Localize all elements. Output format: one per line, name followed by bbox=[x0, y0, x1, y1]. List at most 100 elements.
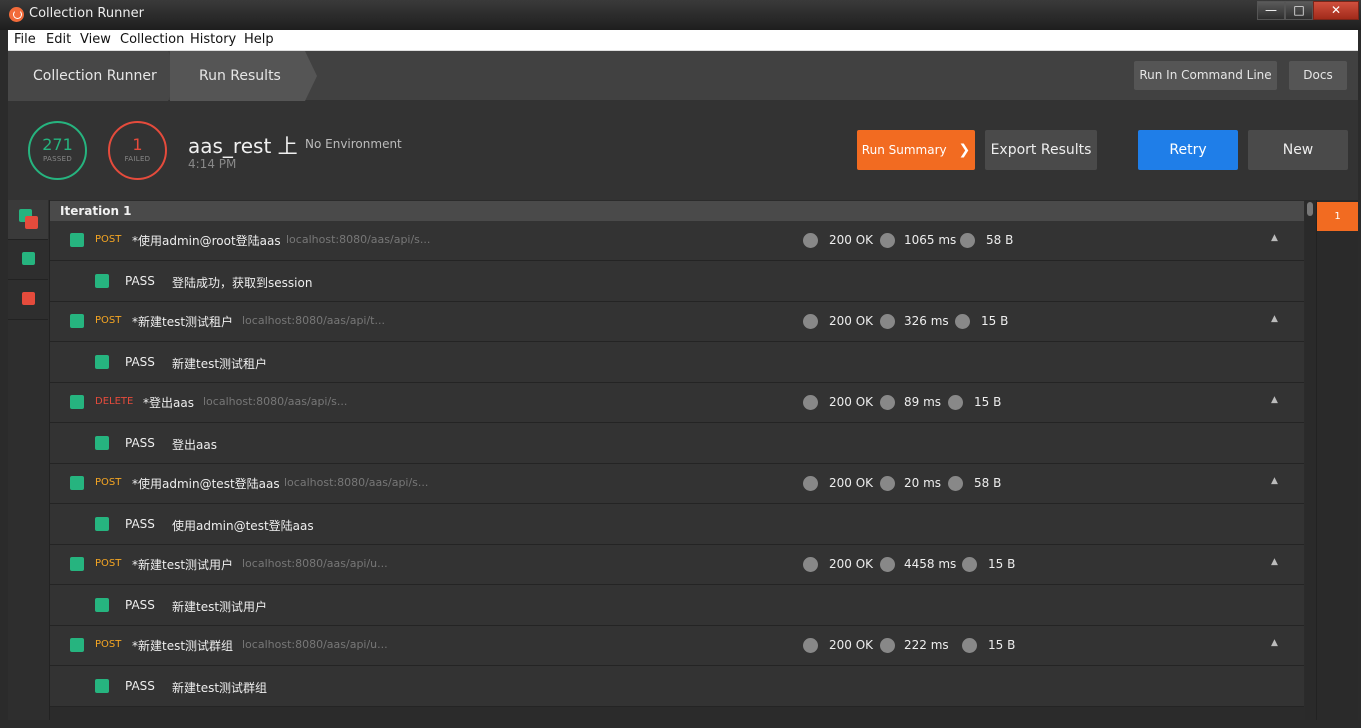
response-status: 200 OK bbox=[829, 233, 874, 247]
close-icon[interactable]: ✕ bbox=[1313, 1, 1359, 20]
size-dot-icon bbox=[962, 557, 977, 572]
new-button[interactable]: New bbox=[1248, 130, 1348, 170]
size-dot-icon bbox=[955, 314, 970, 329]
breadcrumb-collection-runner[interactable]: Collection Runner bbox=[8, 51, 180, 101]
result-filter-sidebar bbox=[8, 200, 50, 720]
size-dot-icon bbox=[948, 395, 963, 410]
run-in-command-line-button[interactable]: Run In Command Line bbox=[1134, 61, 1277, 90]
menu-edit[interactable]: Edit bbox=[46, 32, 71, 47]
breadcrumb-run-results[interactable]: Run Results bbox=[170, 51, 317, 101]
maximize-icon[interactable]: □ bbox=[1285, 1, 1313, 20]
pass-square-icon bbox=[95, 274, 109, 288]
fail-square-icon bbox=[25, 216, 38, 229]
response-time: 326 ms bbox=[904, 314, 949, 328]
response-time: 20 ms bbox=[904, 476, 942, 490]
menu-view[interactable]: View bbox=[80, 32, 111, 47]
response-status: 200 OK bbox=[829, 314, 874, 328]
failed-count: 1 bbox=[132, 135, 143, 154]
response-status: 200 OK bbox=[829, 557, 874, 571]
menu-file[interactable]: File bbox=[14, 32, 36, 47]
pass-square-icon bbox=[95, 355, 109, 369]
time-dot-icon bbox=[880, 638, 895, 653]
passed-count: 271 bbox=[42, 135, 73, 154]
postman-logo-icon bbox=[9, 7, 24, 22]
filter-all-button[interactable] bbox=[8, 200, 48, 240]
size-dot-icon bbox=[960, 233, 975, 248]
status-dot-icon bbox=[803, 638, 818, 653]
request-url: localhost:8080/aas/api/s... bbox=[286, 233, 431, 246]
request-name: *使用admin@root登陆aas bbox=[132, 234, 281, 248]
iteration-header: Iteration 1 bbox=[50, 201, 1304, 221]
collapse-caret-icon[interactable]: ▲ bbox=[1271, 476, 1278, 486]
pass-square-icon bbox=[95, 598, 109, 612]
export-results-button[interactable]: Export Results bbox=[985, 130, 1097, 170]
menu-history[interactable]: History bbox=[190, 32, 236, 47]
request-name: *新建test测试租户 bbox=[132, 315, 234, 329]
response-time: 222 ms bbox=[904, 638, 949, 652]
request-row[interactable]: POST *新建test测试群组 localhost:8080/aas/api/u.… bbox=[50, 626, 1304, 666]
window-titlebar: Collection Runner — □ ✕ bbox=[0, 0, 1361, 30]
request-url: localhost:8080/aas/api/u... bbox=[242, 638, 388, 651]
collapse-caret-icon[interactable]: ▲ bbox=[1271, 314, 1278, 324]
iteration-tab[interactable]: 1 bbox=[1317, 202, 1358, 231]
run-summary-button[interactable]: Run Summary ❯ bbox=[857, 130, 975, 170]
menu-help[interactable]: Help bbox=[244, 32, 274, 47]
status-dot-icon bbox=[803, 476, 818, 491]
passed-counter: 271 PASSED bbox=[28, 121, 87, 180]
run-summary-panel: 271 PASSED 1 FAILED aas_rest 上 No Enviro… bbox=[8, 101, 1358, 200]
docs-button[interactable]: Docs bbox=[1289, 61, 1347, 90]
response-size: 58 B bbox=[974, 476, 1002, 490]
request-method: POST bbox=[95, 558, 122, 569]
request-url: localhost:8080/aas/api/t... bbox=[242, 314, 385, 327]
request-row[interactable]: POST *新建test测试用户 localhost:8080/aas/api/u.… bbox=[50, 545, 1304, 585]
test-result-row: PASS 登陆成功，获取到session bbox=[50, 261, 1304, 302]
results-list: POST *使用admin@root登陆aas localhost:8080/aas… bbox=[50, 221, 1304, 720]
pass-square-icon bbox=[95, 436, 109, 450]
filter-failed-button[interactable] bbox=[8, 280, 48, 320]
fail-square-icon bbox=[22, 292, 35, 305]
collapse-caret-icon[interactable]: ▲ bbox=[1271, 395, 1278, 405]
response-status: 200 OK bbox=[829, 476, 874, 490]
response-size: 15 B bbox=[981, 314, 1009, 328]
request-row[interactable]: POST *新建test测试租户 localhost:8080/aas/api/t.… bbox=[50, 302, 1304, 342]
collapse-caret-icon[interactable]: ▲ bbox=[1271, 233, 1278, 243]
runner-header: Collection Runner Run Results Run In Com… bbox=[8, 51, 1358, 101]
response-status: 200 OK bbox=[829, 395, 874, 409]
test-message: 新建test测试群组 bbox=[172, 681, 268, 695]
request-url: localhost:8080/aas/api/s... bbox=[284, 476, 429, 489]
request-name: *登出aas bbox=[143, 396, 194, 410]
collapse-caret-icon[interactable]: ▲ bbox=[1271, 638, 1278, 648]
response-size: 15 B bbox=[988, 557, 1016, 571]
test-message: 登陆成功，获取到session bbox=[172, 276, 313, 290]
response-size: 15 B bbox=[974, 395, 1002, 409]
collapse-caret-icon[interactable]: ▲ bbox=[1271, 557, 1278, 567]
pass-square-icon bbox=[70, 314, 84, 328]
scrollbar-thumb[interactable] bbox=[1307, 202, 1313, 216]
request-row[interactable]: POST *使用admin@root登陆aas localhost:8080/aas… bbox=[50, 221, 1304, 261]
minimize-icon[interactable]: — bbox=[1257, 1, 1285, 20]
pass-square-icon bbox=[22, 252, 35, 265]
run-time: 4:14 PM bbox=[188, 157, 237, 171]
test-status: PASS bbox=[125, 679, 155, 693]
test-status: PASS bbox=[125, 355, 155, 369]
test-result-row: PASS 新建test测试租户 bbox=[50, 342, 1304, 383]
retry-button[interactable]: Retry bbox=[1138, 130, 1238, 170]
pass-square-icon bbox=[95, 517, 109, 531]
filter-passed-button[interactable] bbox=[8, 240, 48, 280]
chevron-right-icon: ❯ bbox=[958, 142, 971, 158]
time-dot-icon bbox=[880, 395, 895, 410]
passed-label: PASSED bbox=[42, 155, 73, 163]
response-size: 15 B bbox=[988, 638, 1016, 652]
results-scrollbar[interactable] bbox=[1305, 200, 1316, 720]
status-dot-icon bbox=[803, 233, 818, 248]
time-dot-icon bbox=[880, 557, 895, 572]
request-row[interactable]: DELETE *登出aas localhost:8080/aas/api/s... 2… bbox=[50, 383, 1304, 423]
menu-collection[interactable]: Collection bbox=[120, 32, 184, 47]
test-message: 新建test测试用户 bbox=[172, 600, 268, 614]
status-dot-icon bbox=[803, 557, 818, 572]
request-row[interactable]: POST *使用admin@test登陆aas localhost:8080/aas… bbox=[50, 464, 1304, 504]
failed-counter: 1 FAILED bbox=[108, 121, 167, 180]
run-name: aas_rest 上 bbox=[188, 134, 298, 158]
request-name: *新建test测试群组 bbox=[132, 639, 234, 653]
test-status: PASS bbox=[125, 598, 155, 612]
